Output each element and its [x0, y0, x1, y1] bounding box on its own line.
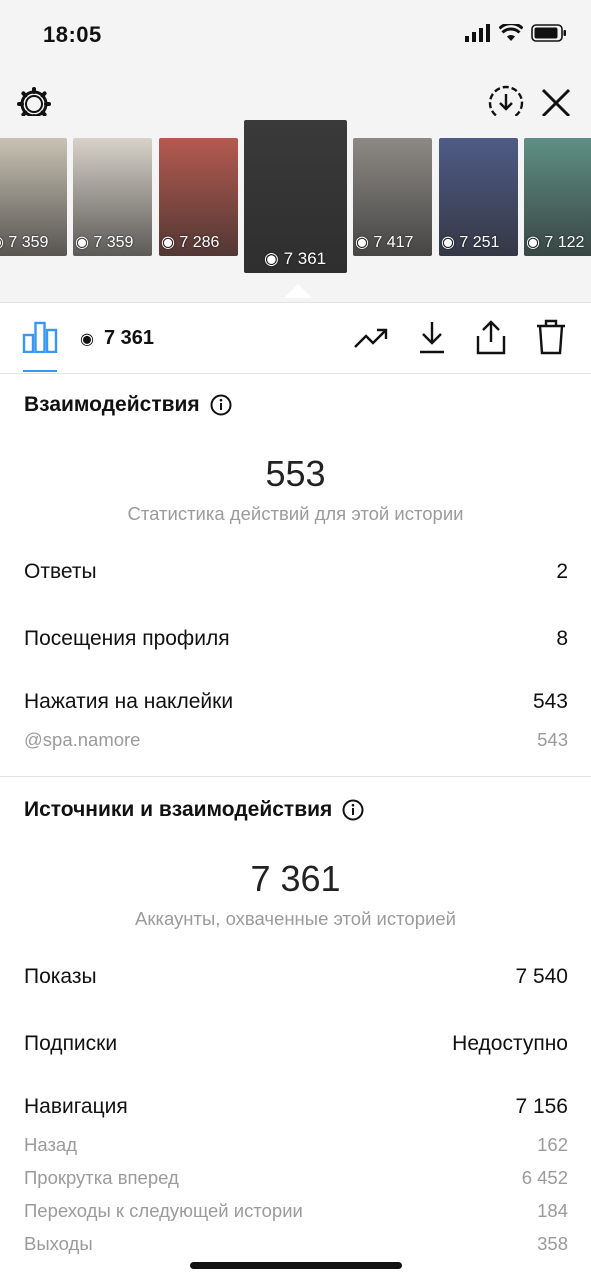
stat-label: Посещения профиля — [24, 627, 230, 650]
stat-subrow-next-story: Переходы к следующей истории 184 — [24, 1200, 568, 1222]
thumbnail-views: ◉ 7 417 — [355, 234, 414, 251]
interactions-caption: Статистика действий для этой истории — [127, 503, 464, 524]
stat-label: Ответы — [24, 560, 97, 583]
battery-icon — [531, 24, 566, 42]
download-icon[interactable] — [417, 319, 447, 355]
selection-pointer — [284, 284, 312, 298]
story-thumbnail[interactable]: ◉ 7 286 — [159, 138, 238, 256]
stat-label: Прокрутка вперед — [24, 1167, 179, 1188]
story-thumbnail[interactable]: ◉ 7 417 — [353, 138, 432, 256]
wifi-icon — [499, 24, 523, 41]
info-icon[interactable] — [210, 394, 232, 416]
stat-row-replies: Ответы 2 — [24, 560, 568, 584]
tab-actions — [353, 319, 567, 355]
active-tab-indicator — [23, 370, 57, 372]
stat-subrow-exits: Выходы 358 — [24, 1233, 568, 1255]
status-time: 18:05 — [43, 22, 102, 47]
share-icon[interactable] — [475, 319, 507, 355]
views-value: 7 361 — [103, 327, 155, 349]
stat-value: 7 156 — [515, 1095, 568, 1118]
stat-value: 543 — [537, 729, 568, 750]
stat-value: 162 — [537, 1134, 568, 1155]
eye-icon: ◉ — [80, 330, 94, 348]
story-thumbnail[interactable]: ◉ 7 359 — [0, 138, 67, 256]
thumbnail-views: ◉ 7 251 — [441, 234, 500, 251]
interactions-title: Взаимодействия — [24, 393, 232, 417]
interactions-total: 553 — [265, 453, 326, 494]
stat-label: @spa.namore — [24, 729, 141, 750]
thumbnail-views: ◉ 7 122 — [526, 234, 585, 251]
stat-label: Назад — [24, 1134, 78, 1155]
stat-label: Выходы — [24, 1233, 93, 1254]
thumbnail-views: ◉ 7 359 — [0, 234, 49, 251]
stat-value: Недоступно — [452, 1032, 568, 1055]
trending-icon[interactable] — [353, 319, 389, 355]
story-thumbnail[interactable]: ◉ 7 251 — [439, 138, 518, 256]
stat-value: 543 — [532, 690, 568, 713]
sources-total: 7 361 — [250, 858, 341, 899]
stat-label: Подписки — [24, 1032, 118, 1055]
stat-value: 7 540 — [515, 965, 568, 988]
story-thumbnail[interactable]: ◉ 7 359 — [73, 138, 152, 256]
stat-value: 6 452 — [521, 1167, 568, 1188]
stat-row-navigation: Навигация 7 156 — [24, 1095, 568, 1119]
section-divider — [0, 776, 591, 777]
thumbnail-views: ◉ 7 359 — [75, 234, 134, 251]
stat-value: 184 — [537, 1200, 568, 1221]
stat-row-profile-visits: Посещения профиля 8 — [24, 627, 568, 651]
thumbnail-views: ◉ 7 286 — [161, 234, 220, 251]
home-indicator[interactable] — [190, 1262, 402, 1269]
sources-caption: Аккаунты, охваченные этой историей — [135, 908, 456, 929]
sources-title-text: Источники и взаимодействия — [24, 798, 333, 821]
stat-subrow-forward: Прокрутка вперед 6 452 — [24, 1167, 568, 1189]
info-icon[interactable] — [342, 799, 364, 821]
trash-icon[interactable] — [535, 319, 567, 355]
stat-value: 8 — [556, 627, 568, 650]
stat-subrow-back: Назад 162 — [24, 1134, 568, 1156]
sources-title: Источники и взаимодействия — [24, 798, 364, 822]
story-carousel[interactable]: ◉ 7 359 ◉ 7 359 ◉ 7 286 ◉ 7 361 ◉ 7 417 … — [0, 116, 591, 302]
insights-bars-icon[interactable] — [22, 321, 58, 353]
stat-label: Навигация — [24, 1095, 128, 1118]
views-count: ◉ 7 361 — [80, 327, 154, 350]
stat-subrow-mention: @spa.namore 543 — [24, 729, 568, 751]
status-bar: 18:05 — [0, 0, 591, 70]
signal-icon — [465, 24, 490, 42]
close-icon[interactable] — [539, 86, 573, 120]
status-icons — [465, 24, 567, 42]
stat-value: 358 — [537, 1233, 568, 1254]
stat-label: Показы — [24, 965, 97, 988]
stat-row-follows: Подписки Недоступно — [24, 1032, 568, 1056]
insights-tab-bar: ◉ 7 361 — [0, 302, 591, 374]
stat-row-impressions: Показы 7 540 — [24, 965, 568, 989]
stat-value: 2 — [556, 560, 568, 583]
story-thumbnail[interactable]: ◉ 7 122 — [524, 138, 591, 256]
stat-row-sticker-taps: Нажатия на наклейки 543 — [24, 690, 568, 714]
interactions-title-text: Взаимодействия — [24, 393, 200, 416]
story-thumbnail-selected[interactable]: ◉ 7 361 — [244, 120, 347, 273]
stat-label: Переходы к следующей истории — [24, 1200, 303, 1221]
stat-label: Нажатия на наклейки — [24, 690, 234, 713]
thumbnail-views: ◉ 7 361 — [264, 249, 327, 268]
